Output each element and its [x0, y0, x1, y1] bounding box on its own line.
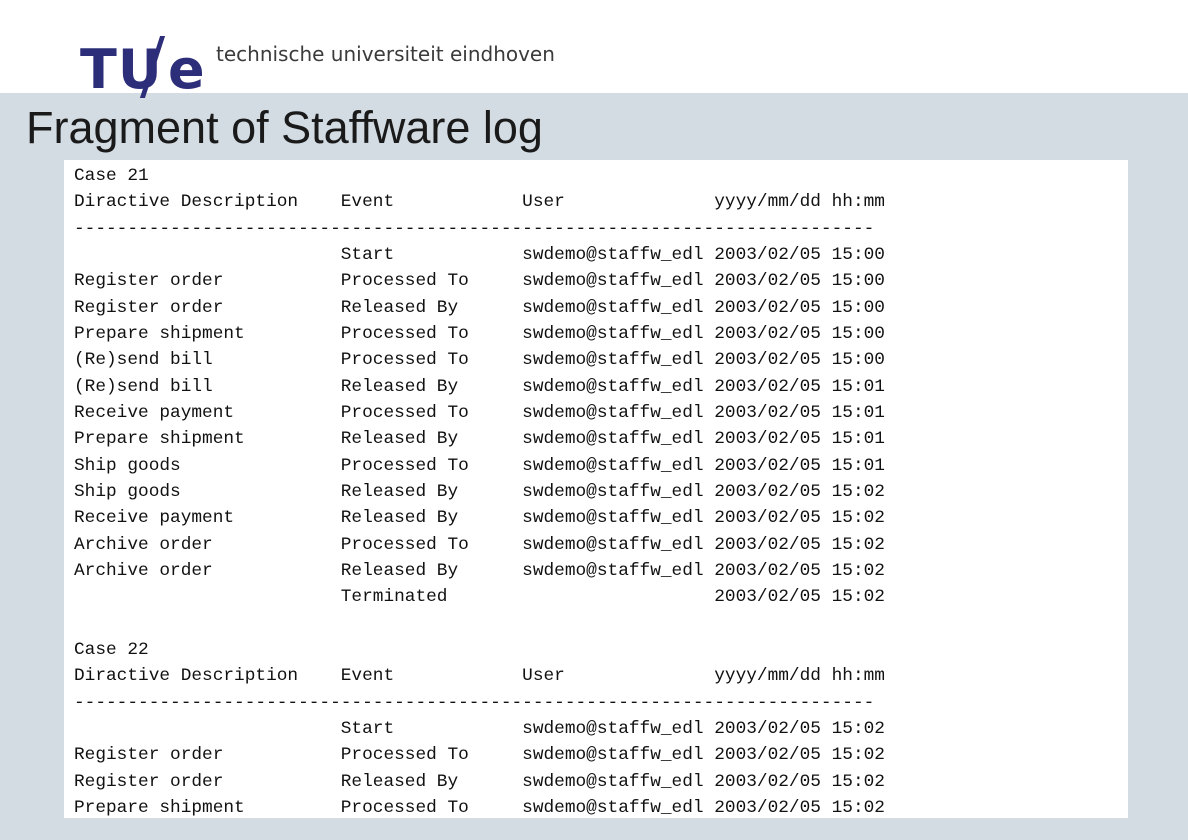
log-line: Register order Processed To swdemo@staff… — [74, 745, 885, 765]
log-line: Ship goods Processed To swdemo@staffw_ed… — [74, 456, 885, 476]
slide-title: Fragment of Staffware log — [26, 102, 543, 153]
log-line: Archive order Processed To swdemo@staffw… — [74, 535, 885, 555]
log-line: (Re)send bill Released By swdemo@staffw_… — [74, 377, 885, 397]
log-line: Case 22 — [74, 640, 149, 660]
log-line: Start swdemo@staffw_edl 2003/02/05 15:02 — [74, 719, 885, 739]
log-line: Receive payment Processed To swdemo@staf… — [74, 403, 885, 423]
log-line: Start swdemo@staffw_edl 2003/02/05 15:00 — [74, 245, 885, 265]
log-line: ----------------------------------------… — [74, 219, 875, 239]
log-line: Terminated 2003/02/05 15:02 — [74, 587, 885, 607]
university-name: technische universiteit eindhoven — [216, 42, 555, 66]
log-line: Receive payment Released By swdemo@staff… — [74, 508, 885, 528]
log-line: Register order Released By swdemo@staffw… — [74, 772, 885, 792]
log-line: Register order Processed To swdemo@staff… — [74, 271, 885, 291]
log-line: Prepare shipment Processed To swdemo@sta… — [74, 798, 885, 818]
logo-e-text: e — [168, 38, 205, 101]
log-line: Diractive Description Event User yyyy/mm… — [74, 192, 885, 212]
log-line: Register order Released By swdemo@staffw… — [74, 298, 885, 318]
log-line: ----------------------------------------… — [74, 693, 875, 713]
log-line: Prepare shipment Processed To swdemo@sta… — [74, 324, 885, 344]
log-panel: Case 21 Diractive Description Event User… — [64, 160, 1128, 818]
log-line: Case 21 — [74, 166, 149, 186]
log-line: (Re)send bill Processed To swdemo@staffw… — [74, 350, 885, 370]
log-line: Ship goods Released By swdemo@staffw_edl… — [74, 482, 885, 502]
log-line: Archive order Released By swdemo@staffw_… — [74, 561, 885, 581]
log-line: Diractive Description Event User yyyy/mm… — [74, 666, 885, 686]
log-line: Prepare shipment Released By swdemo@staf… — [74, 429, 885, 449]
